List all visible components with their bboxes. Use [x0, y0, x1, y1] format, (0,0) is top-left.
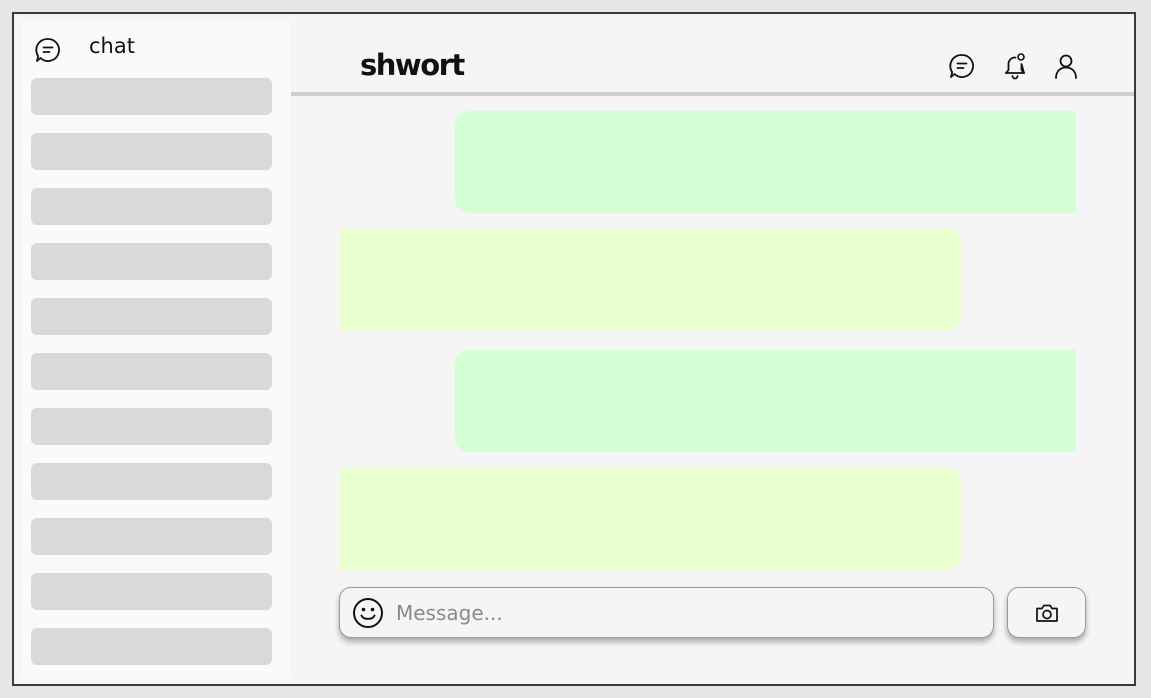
conversation-item[interactable] — [31, 463, 272, 500]
camera-button[interactable] — [1007, 587, 1086, 638]
incoming-message-bubble — [340, 229, 962, 331]
conversation-item[interactable] — [31, 628, 272, 665]
app-window: chat shwort — [12, 12, 1136, 686]
sidebar-header[interactable]: chat — [21, 21, 291, 73]
sidebar-title: chat — [89, 34, 135, 58]
top-header: shwort — [291, 14, 1134, 96]
message-input[interactable] — [396, 596, 976, 630]
conversation-item[interactable] — [31, 298, 272, 335]
camera-icon — [1035, 604, 1058, 622]
messages-button[interactable] — [947, 51, 977, 81]
notifications-button[interactable] — [1000, 51, 1030, 81]
brand-logo: shwort — [360, 48, 465, 82]
smiley-icon[interactable] — [352, 597, 384, 629]
bell-notification-icon — [1005, 53, 1025, 80]
conversation-item[interactable] — [31, 188, 272, 225]
conversation-item[interactable] — [31, 408, 272, 445]
conversation-item[interactable] — [31, 353, 272, 390]
conversation-item[interactable] — [31, 78, 272, 115]
outgoing-message-bubble — [455, 111, 1076, 213]
sidebar: chat — [21, 21, 291, 679]
conversation-item[interactable] — [31, 133, 272, 170]
message-composer — [339, 587, 994, 638]
incoming-message-bubble — [340, 468, 962, 570]
chat-bubble-icon — [949, 54, 974, 78]
outgoing-message-bubble — [455, 350, 1076, 452]
user-profile-icon — [1055, 54, 1077, 79]
conversation-item[interactable] — [31, 518, 272, 555]
conversation-item[interactable] — [31, 573, 272, 610]
conversation-item[interactable] — [31, 243, 272, 280]
chat-main: shwort — [291, 14, 1134, 684]
chat-bubble-icon — [35, 38, 60, 62]
profile-button[interactable] — [1051, 51, 1081, 81]
conversation-list — [31, 78, 272, 683]
